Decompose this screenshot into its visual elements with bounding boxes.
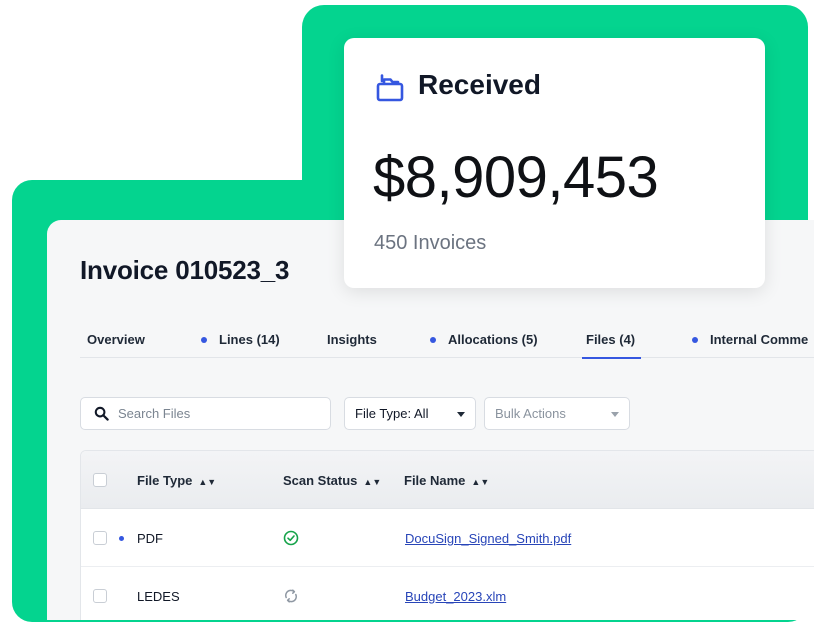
column-header-label: File Type (137, 473, 193, 488)
select-all-checkbox[interactable] (93, 473, 107, 487)
check-circle-icon (283, 530, 299, 546)
file-type-cell: LEDES (137, 589, 180, 604)
indicator-dot (119, 536, 124, 541)
column-header-label: File Name (404, 473, 466, 488)
card-label: Received (418, 69, 541, 100)
page-title: Invoice 010523_3 (80, 255, 290, 285)
tab-label: Files (4) (586, 332, 636, 347)
received-summary-card: Received $8,909,453 450 Invoices (344, 38, 765, 288)
search-input[interactable]: Search Files (80, 397, 331, 430)
table-row[interactable]: PDF DocuSign_Signed_Smith.pdf (81, 509, 814, 567)
tab-insights[interactable]: Insights (327, 332, 377, 347)
tab-bar: Overview Lines (14) Insights Allocations… (80, 320, 814, 359)
tab-files[interactable]: Files (4) (581, 332, 642, 359)
indicator-dot (430, 336, 436, 343)
row-checkbox[interactable] (93, 531, 107, 545)
chevron-down-icon (611, 412, 619, 417)
tab-internal-comments[interactable]: Internal Comme (692, 332, 808, 347)
column-header-file-name[interactable]: File Name ▲▼ (404, 473, 489, 488)
file-name-link[interactable]: DocuSign_Signed_Smith.pdf (405, 531, 571, 546)
chevron-down-icon (457, 412, 465, 417)
column-header-file-type[interactable]: File Type ▲▼ (137, 473, 216, 488)
bulk-actions-select[interactable]: Bulk Actions (484, 397, 630, 430)
received-amount: $8,909,453 (373, 145, 659, 210)
sync-icon (285, 589, 297, 603)
folder-stack-icon (376, 74, 404, 102)
tab-label: Overview (87, 332, 145, 347)
tab-label: Lines (14) (219, 332, 280, 347)
file-type-select-value: File Type: All (355, 406, 429, 421)
sort-icon: ▲▼ (198, 477, 217, 487)
search-placeholder: Search Files (118, 406, 191, 421)
tab-allocations[interactable]: Allocations (5) (430, 332, 538, 347)
sort-icon: ▲▼ (471, 477, 490, 487)
tab-label: Internal Comme (710, 332, 809, 347)
file-type-cell: PDF (137, 531, 163, 546)
column-header-scan-status[interactable]: Scan Status ▲▼ (283, 473, 381, 488)
file-type-select[interactable]: File Type: All (344, 397, 476, 430)
table-row[interactable]: LEDES Budget_2023.xlm (81, 567, 814, 620)
invoice-count: 450 Invoices (374, 232, 487, 254)
indicator-dot (692, 336, 698, 343)
search-icon (94, 406, 109, 421)
row-checkbox[interactable] (93, 589, 107, 603)
table-header: File Type ▲▼ Scan Status ▲▼ File Name ▲▼ (81, 451, 814, 509)
tab-overview[interactable]: Overview (87, 332, 145, 347)
column-header-label: Scan Status (283, 473, 358, 488)
file-name-link[interactable]: Budget_2023.xlm (405, 589, 506, 604)
files-table: File Type ▲▼ Scan Status ▲▼ File Name ▲▼ PD… (80, 450, 814, 620)
indicator-dot (201, 336, 207, 343)
sort-icon: ▲▼ (363, 477, 382, 487)
tab-label: Insights (327, 332, 377, 347)
tab-lines[interactable]: Lines (14) (201, 332, 280, 347)
bulk-actions-select-value: Bulk Actions (495, 406, 566, 421)
tab-label: Allocations (5) (448, 332, 538, 347)
